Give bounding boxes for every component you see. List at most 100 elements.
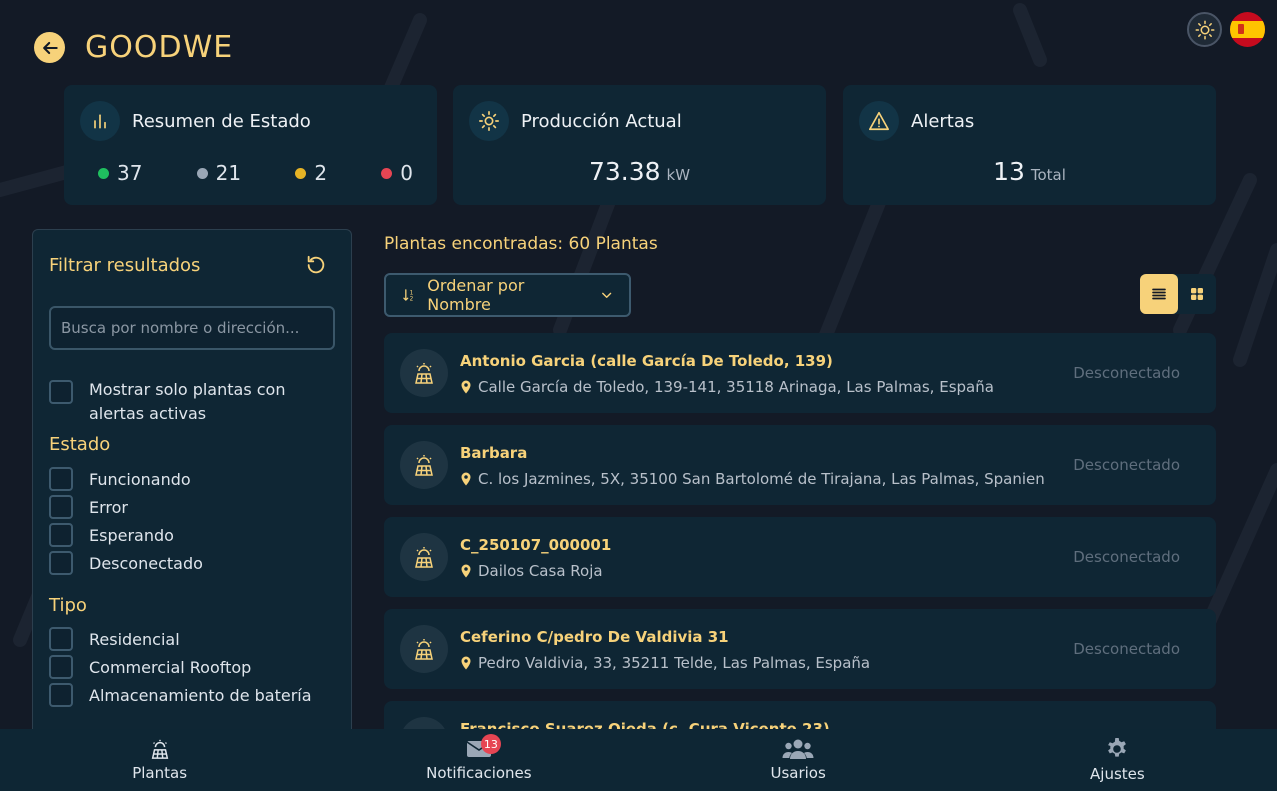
- status-summary-card: Resumen de Estado 37 21 2 0: [64, 85, 437, 205]
- status-counts: 37 21 2 0: [98, 161, 413, 185]
- tipo-option[interactable]: Residencial: [49, 627, 180, 651]
- plant-address: Calle García de Toledo, 139-141, 35118 A…: [460, 378, 994, 396]
- alerts-title: Alertas: [911, 111, 975, 132]
- nav-label: Usarios: [770, 764, 826, 782]
- tipo-checkbox[interactable]: [49, 655, 73, 679]
- plant-status: Desconectado: [1073, 456, 1180, 474]
- plant-name: Antonio Garcia (calle García De Toledo, …: [460, 352, 833, 370]
- plant-status: Desconectado: [1073, 640, 1180, 658]
- nav-notificaciones[interactable]: 13 Notificaciones: [319, 729, 638, 791]
- estado-option[interactable]: Esperando: [49, 523, 174, 547]
- nav-label: Ajustes: [1090, 765, 1145, 783]
- theme-toggle-button[interactable]: [1187, 12, 1222, 47]
- red-dot-icon: [381, 167, 393, 179]
- warning-icon: [859, 101, 899, 141]
- grid-icon: [1191, 288, 1203, 300]
- svg-text:2: 2: [410, 297, 414, 303]
- tipo-checkbox[interactable]: [49, 627, 73, 651]
- plant-card[interactable]: Antonio Garcia (calle García De Toledo, …: [384, 333, 1216, 413]
- status-summary-title: Resumen de Estado: [132, 111, 311, 132]
- view-toggle: [1140, 274, 1216, 314]
- notification-badge: 13: [480, 734, 501, 754]
- nav-plantas[interactable]: Plantas: [0, 729, 319, 791]
- location-pin-icon: [461, 472, 471, 486]
- plant-name: Barbara: [460, 444, 528, 462]
- green-dot-icon: [98, 167, 109, 179]
- only-alerts-checkbox[interactable]: [49, 380, 73, 404]
- estado-option[interactable]: Desconectado: [49, 551, 203, 575]
- solar-panel-icon: [400, 533, 448, 581]
- users-icon: [782, 739, 814, 759]
- estado-checkbox[interactable]: [49, 495, 73, 519]
- list-icon: [1152, 288, 1166, 300]
- header: GOODWE: [34, 30, 233, 65]
- brand-title: GOODWE: [85, 30, 234, 65]
- plant-status: Desconectado: [1073, 364, 1180, 382]
- nav-label: Notificaciones: [426, 764, 532, 782]
- status-working: 37: [98, 161, 142, 185]
- alerts-card: Alertas 13 Total: [843, 85, 1216, 205]
- spain-flag-icon: [1230, 12, 1265, 47]
- status-error: 0: [381, 161, 413, 185]
- back-button[interactable]: [34, 32, 65, 63]
- plant-address: C. los Jazmines, 5X, 35100 San Bartolomé…: [460, 470, 1045, 488]
- solar-panel-icon: [400, 625, 448, 673]
- production-card: Producción Actual 73.38 kW: [453, 85, 826, 205]
- tipo-option[interactable]: Commercial Rooftop: [49, 655, 251, 679]
- plants-found-count: Plantas encontradas: 60 Plantas: [384, 234, 658, 254]
- arrow-left-icon: [42, 41, 58, 54]
- nav-label: Plantas: [132, 764, 188, 782]
- status-waiting: 2: [295, 161, 327, 185]
- yellow-dot-icon: [295, 167, 307, 179]
- chevron-down-icon: [601, 292, 611, 298]
- sort-label: Ordenar por Nombre: [427, 276, 525, 314]
- list-view-button[interactable]: [1140, 274, 1178, 314]
- bottom-navigation: Plantas 13 Notificaciones Usarios Ajuste…: [0, 729, 1277, 791]
- search-input[interactable]: [49, 306, 335, 350]
- bar-chart-icon: [80, 101, 120, 141]
- grid-view-button[interactable]: [1178, 274, 1216, 314]
- tipo-option[interactable]: Almacenamiento de batería: [49, 683, 312, 707]
- estado-checkbox[interactable]: [49, 467, 73, 491]
- sun-icon: [469, 101, 509, 141]
- estado-checkbox[interactable]: [49, 523, 73, 547]
- nav-ajustes[interactable]: Ajustes: [958, 729, 1277, 791]
- reset-filters-button[interactable]: [305, 254, 327, 276]
- plant-name: Ceferino C/pedro De Valdivia 31: [460, 628, 729, 646]
- location-pin-icon: [461, 380, 471, 394]
- estado-label: Estado: [49, 434, 111, 455]
- solar-panel-icon: [400, 441, 448, 489]
- production-value: 73.38 kW: [588, 157, 691, 186]
- sun-icon: [1195, 20, 1214, 39]
- plant-card[interactable]: C_250107_000001 Dailos Casa Roja Descone…: [384, 517, 1216, 597]
- solar-panel-icon: [400, 349, 448, 397]
- sort-dropdown[interactable]: 12 Ordenar por Nombre: [384, 273, 631, 317]
- gear-icon: [1108, 738, 1127, 757]
- estado-option[interactable]: Error: [49, 495, 128, 519]
- tipo-label: Tipo: [49, 595, 87, 616]
- estado-checkbox[interactable]: [49, 551, 73, 575]
- estado-option[interactable]: Funcionando: [49, 467, 191, 491]
- plant-address: Pedro Valdivia, 33, 35211 Telde, Las Pal…: [460, 654, 870, 672]
- plant-card[interactable]: Ceferino C/pedro De Valdivia 31 Pedro Va…: [384, 609, 1216, 689]
- sort-icon: 12: [403, 289, 414, 303]
- location-pin-icon: [461, 656, 471, 670]
- location-pin-icon: [461, 564, 471, 578]
- only-alerts-label: Mostrar solo plantas con alertas activas: [89, 380, 286, 423]
- filter-title: Filtrar resultados: [49, 255, 201, 276]
- only-alerts-option[interactable]: Mostrar solo plantas con alertas activas: [49, 378, 339, 426]
- alerts-value: 13 Total: [993, 157, 1066, 186]
- tipo-checkbox[interactable]: [49, 683, 73, 707]
- top-right-controls: [1187, 12, 1265, 47]
- plant-card[interactable]: Barbara C. los Jazmines, 5X, 35100 San B…: [384, 425, 1216, 505]
- status-disconnected: 21: [196, 161, 241, 185]
- nav-usarios[interactable]: Usarios: [639, 729, 958, 791]
- gray-dot-icon: [196, 167, 208, 179]
- plant-address: Dailos Casa Roja: [460, 562, 603, 580]
- plant-status: Desconectado: [1073, 548, 1180, 566]
- refresh-icon: [307, 255, 325, 274]
- language-flag-button[interactable]: [1230, 12, 1265, 47]
- svg-text:1: 1: [410, 290, 414, 296]
- production-title: Producción Actual: [521, 111, 682, 132]
- plant-name: C_250107_000001: [460, 536, 612, 554]
